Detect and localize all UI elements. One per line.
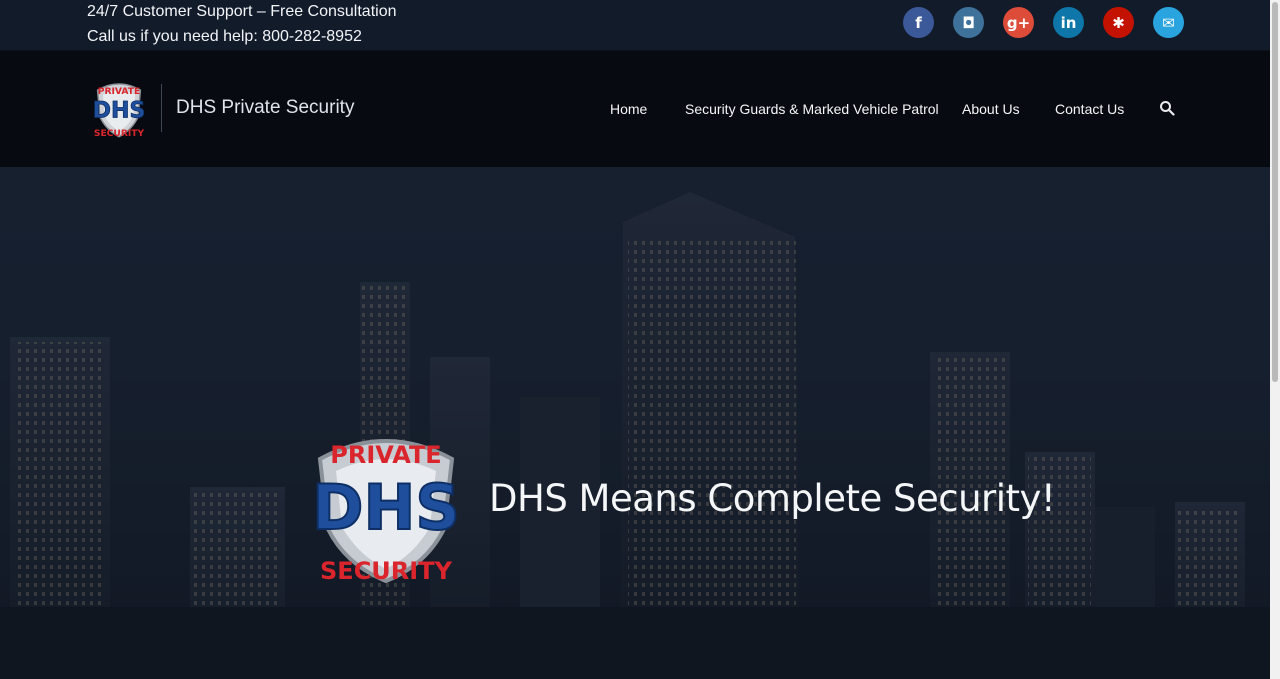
yelp-icon[interactable]: ✱ <box>1103 7 1134 38</box>
hero-overlay <box>0 167 1270 679</box>
hero-headline: DHS Means Complete Security! <box>489 477 1056 520</box>
hero-logo-middle-text: DHS <box>312 471 460 544</box>
instagram-icon[interactable]: ◘ <box>953 7 984 38</box>
top-info-bar: 24/7 Customer Support – Free Consultatio… <box>0 0 1270 51</box>
nav-security-guards[interactable]: Security Guards & Marked Vehicle Patrol <box>685 101 939 117</box>
page-scrollbar[interactable] <box>1270 0 1280 679</box>
social-links: f ◘ g+ in ✱ ✉ <box>903 7 1184 38</box>
header-divider <box>161 84 162 132</box>
facebook-icon[interactable]: f <box>903 7 934 38</box>
support-text: 24/7 Customer Support – Free Consultatio… <box>87 3 397 20</box>
nav-home[interactable]: Home <box>610 101 647 117</box>
linkedin-icon[interactable]: in <box>1053 7 1084 38</box>
scrollbar-thumb[interactable] <box>1272 2 1278 382</box>
dhs-logo[interactable]: PRIVATE DHS SECURITY <box>90 79 148 139</box>
logo-bottom-text: SECURITY <box>94 129 145 139</box>
search-icon[interactable] <box>1159 100 1175 116</box>
logo-middle-text: DHS <box>93 98 146 124</box>
hero-logo-bottom-text: SECURITY <box>320 557 453 584</box>
email-icon[interactable]: ✉ <box>1153 7 1184 38</box>
site-header: PRIVATE DHS SECURITY DHS Private Securit… <box>0 51 1270 167</box>
phone-text[interactable]: Call us if you need help: 800-282-8952 <box>87 28 362 46</box>
dhs-large-logo: PRIVATE DHS SECURITY <box>311 439 461 584</box>
hero-logo-top-text: PRIVATE <box>330 441 441 469</box>
nav-contact-us[interactable]: Contact Us <box>1055 101 1124 117</box>
hero-banner: PRIVATE DHS SECURITY DHS Means Complete … <box>0 167 1270 679</box>
logo-top-text: PRIVATE <box>98 87 140 97</box>
site-title[interactable]: DHS Private Security <box>176 97 354 119</box>
nav-about-us[interactable]: About Us <box>962 101 1020 117</box>
google-plus-icon[interactable]: g+ <box>1003 7 1034 38</box>
